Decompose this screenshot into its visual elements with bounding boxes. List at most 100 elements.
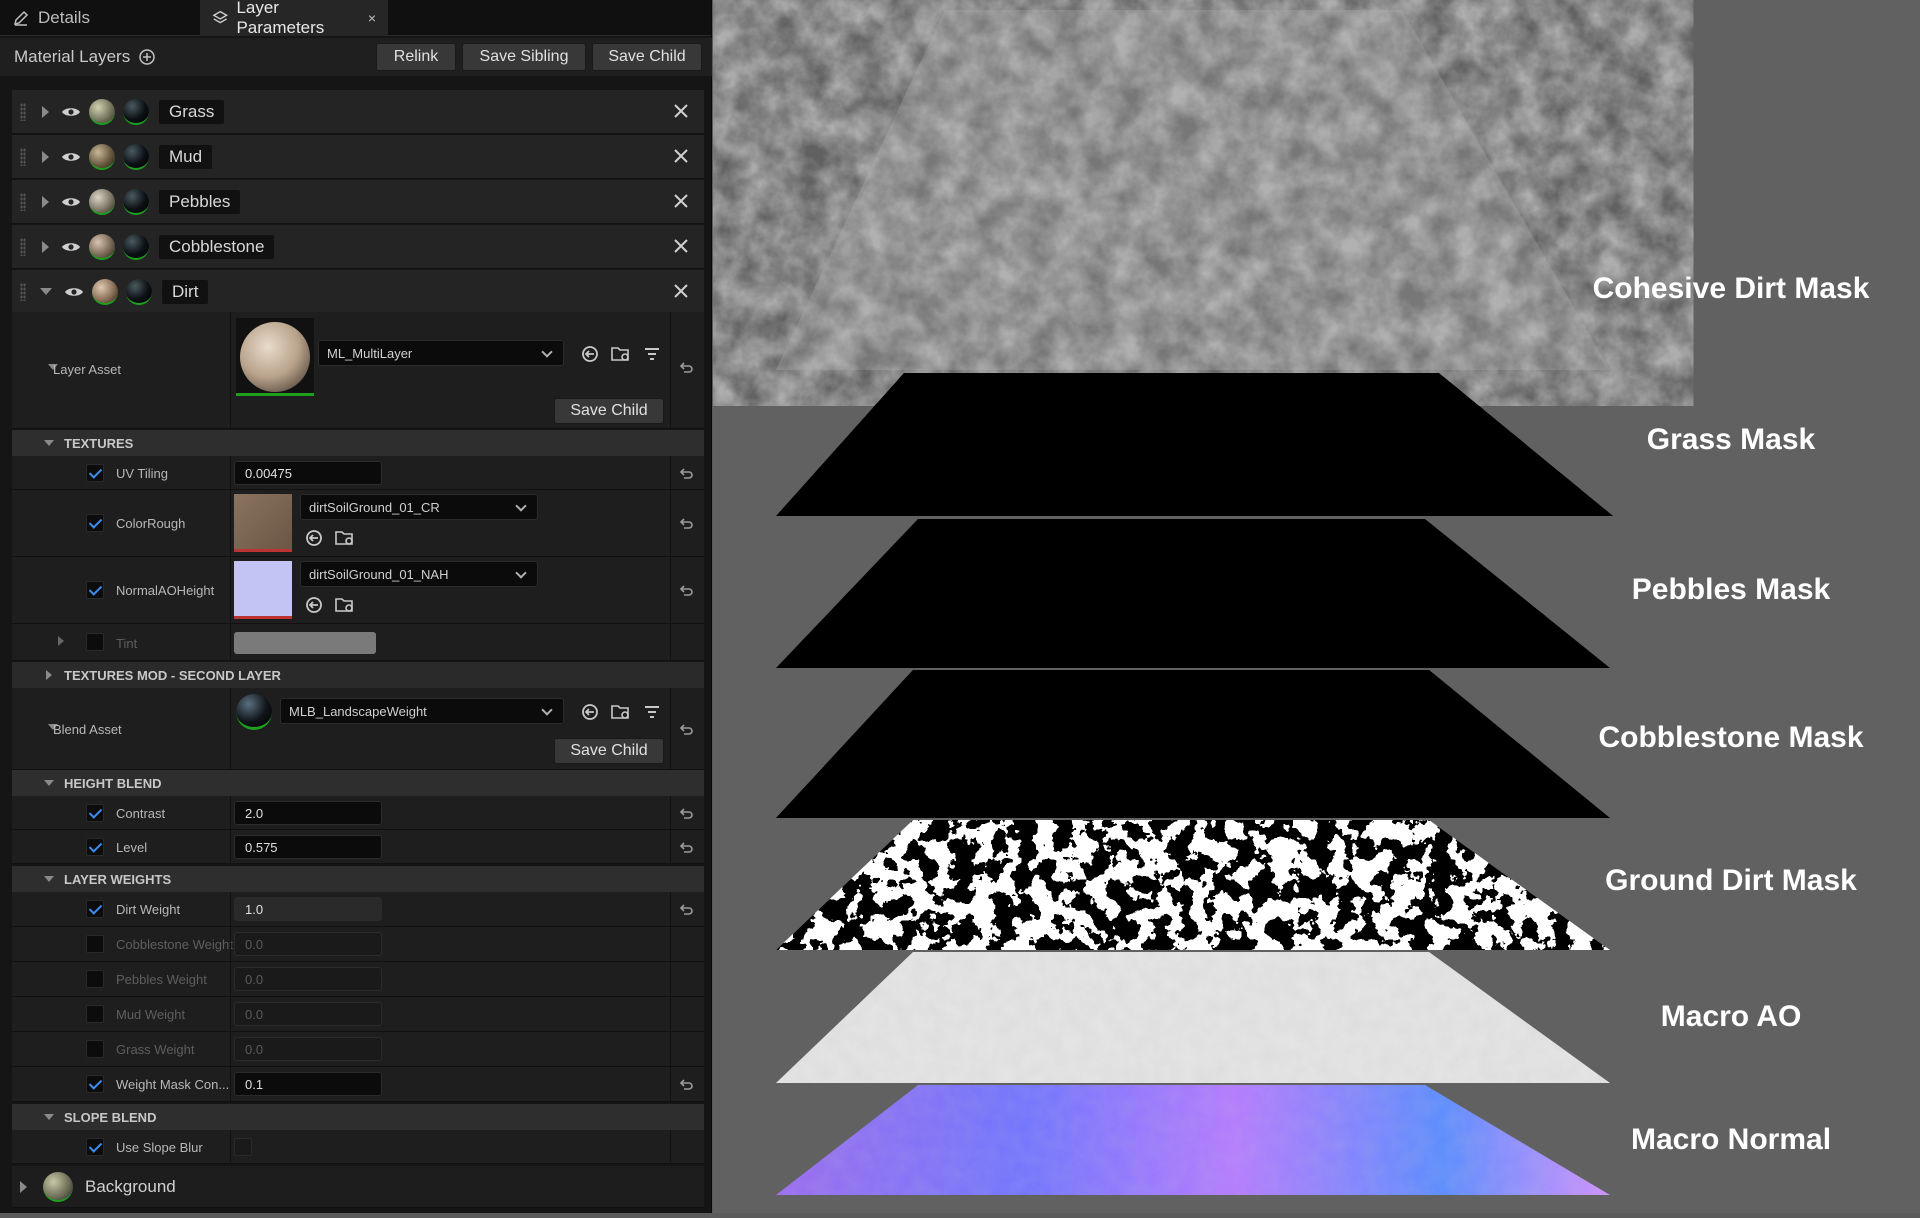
use-selected-icon[interactable] (304, 595, 324, 615)
color-rough-checkbox[interactable] (86, 514, 104, 532)
uv-tiling-input[interactable]: 0.00475 (234, 461, 382, 485)
level-input[interactable]: 0.575 (234, 835, 382, 859)
layer-asset-label: Layer Asset (53, 362, 121, 377)
expand-arrow-icon[interactable] (42, 150, 49, 163)
textures-section-header[interactable]: TEXTURES (12, 430, 704, 456)
background-layer-row[interactable]: Background (12, 1166, 704, 1208)
blend-asset-save-child-button[interactable]: Save Child (554, 738, 664, 764)
expand-arrow-icon[interactable] (42, 240, 49, 253)
layer-row-cobblestone[interactable]: Cobblestone (12, 225, 704, 269)
layer-thumbnail (89, 98, 115, 125)
blend-asset-thumbnail[interactable] (236, 694, 272, 730)
height-blend-section-header[interactable]: HEIGHT BLEND (12, 770, 704, 796)
reset-icon[interactable] (678, 722, 694, 738)
eye-icon[interactable] (64, 285, 84, 299)
reset-icon[interactable] (678, 516, 694, 532)
eye-icon[interactable] (61, 150, 81, 164)
use-selected-icon[interactable] (580, 702, 600, 722)
reset-icon[interactable] (678, 840, 694, 856)
save-child-button[interactable]: Save Child (592, 43, 702, 71)
expand-arrow-icon[interactable] (42, 195, 49, 208)
use-slope-blur-checkbox[interactable] (86, 1138, 104, 1156)
drag-handle-icon[interactable] (20, 192, 26, 211)
remove-layer-icon[interactable] (672, 147, 690, 165)
remove-layer-icon[interactable] (672, 237, 690, 255)
layer-name[interactable]: Dirt (162, 279, 209, 304)
drag-handle-icon[interactable] (20, 282, 26, 301)
relink-button[interactable]: Relink (376, 43, 456, 71)
textures-mod-section-header[interactable]: TEXTURES MOD - SECOND LAYER (12, 662, 704, 688)
layer-row-pebbles[interactable]: Pebbles (12, 180, 704, 224)
filter-icon[interactable] (642, 344, 662, 364)
color-rough-dropdown[interactable]: dirtSoilGround_01_CR (300, 494, 538, 520)
weight-input[interactable]: 0.0 (234, 1037, 382, 1061)
layer-weights-section-header[interactable]: LAYER WEIGHTS (12, 866, 704, 892)
use-selected-icon[interactable] (304, 528, 324, 548)
level-checkbox[interactable] (86, 838, 104, 856)
browse-icon[interactable] (610, 702, 632, 722)
close-tab-icon[interactable]: × (368, 10, 376, 26)
eye-icon[interactable] (61, 105, 81, 119)
layer-row-dirt[interactable]: Dirt (12, 270, 704, 314)
remove-layer-icon[interactable] (672, 282, 690, 300)
browse-icon[interactable] (334, 528, 356, 548)
reset-icon[interactable] (678, 466, 694, 482)
layer-row-mud[interactable]: Mud (12, 135, 704, 179)
contrast-checkbox[interactable] (86, 804, 104, 822)
tab-layer-parameters[interactable]: Layer Parameters × (200, 0, 388, 37)
drag-handle-icon[interactable] (20, 147, 26, 166)
weight-checkbox[interactable] (86, 1040, 104, 1058)
reset-icon[interactable] (678, 1077, 694, 1093)
remove-layer-icon[interactable] (672, 102, 690, 120)
layer-name[interactable]: Cobblestone (159, 234, 275, 259)
add-layer-icon[interactable] (138, 48, 156, 66)
layer-row-grass[interactable]: Grass (12, 90, 704, 134)
layer-asset-dropdown[interactable]: ML_MultiLayer (318, 340, 564, 366)
weight-checkbox[interactable] (86, 970, 104, 988)
weight-input[interactable]: 0.1 (234, 1072, 382, 1096)
save-sibling-button[interactable]: Save Sibling (462, 43, 586, 71)
eye-icon[interactable] (61, 195, 81, 209)
tab-details[interactable]: Details (0, 0, 200, 36)
reset-icon[interactable] (678, 360, 694, 376)
reset-icon[interactable] (678, 806, 694, 822)
layer-asset-save-child-button[interactable]: Save Child (554, 398, 664, 424)
blend-asset-dropdown[interactable]: MLB_LandscapeWeight (280, 698, 564, 724)
weight-input[interactable]: 0.0 (234, 967, 382, 991)
reset-icon[interactable] (678, 902, 694, 918)
weight-checkbox[interactable] (86, 900, 104, 918)
slope-blend-section-header[interactable]: SLOPE BLEND (12, 1104, 704, 1130)
normal-ao-height-dropdown[interactable]: dirtSoilGround_01_NAH (300, 561, 538, 587)
weight-checkbox[interactable] (86, 935, 104, 953)
normal-ao-height-thumbnail[interactable] (234, 561, 292, 619)
normal-ao-height-checkbox[interactable] (86, 581, 104, 599)
layer-name[interactable]: Mud (159, 144, 213, 169)
expand-arrow-icon[interactable] (42, 105, 49, 118)
drag-handle-icon[interactable] (20, 237, 26, 256)
remove-layer-icon[interactable] (672, 192, 690, 210)
layer-name[interactable]: Pebbles (159, 189, 241, 214)
browse-icon[interactable] (334, 595, 356, 615)
reset-icon[interactable] (678, 583, 694, 599)
expand-arrow-icon[interactable] (40, 288, 52, 295)
weight-input[interactable]: 0.0 (234, 932, 382, 956)
weight-checkbox[interactable] (86, 1005, 104, 1023)
weight-input[interactable]: 0.0 (234, 1002, 382, 1026)
use-selected-icon[interactable] (580, 344, 600, 364)
use-slope-blur-value-checkbox[interactable] (234, 1138, 252, 1156)
tint-checkbox[interactable] (86, 633, 104, 651)
layer-asset-thumbnail[interactable] (236, 318, 314, 396)
level-label: Level (116, 840, 148, 855)
tint-color-swatch[interactable] (234, 632, 376, 654)
eye-icon[interactable] (61, 240, 81, 254)
weight-input[interactable]: 1.0 (234, 897, 382, 921)
uv-tiling-label: UV Tiling (116, 466, 169, 481)
weight-checkbox[interactable] (86, 1075, 104, 1093)
uv-tiling-checkbox[interactable] (86, 464, 104, 482)
drag-handle-icon[interactable] (20, 102, 26, 121)
layer-name[interactable]: Grass (159, 99, 225, 124)
contrast-input[interactable]: 2.0 (234, 801, 382, 825)
browse-icon[interactable] (610, 344, 632, 364)
filter-icon[interactable] (642, 702, 662, 722)
color-rough-thumbnail[interactable] (234, 494, 292, 552)
